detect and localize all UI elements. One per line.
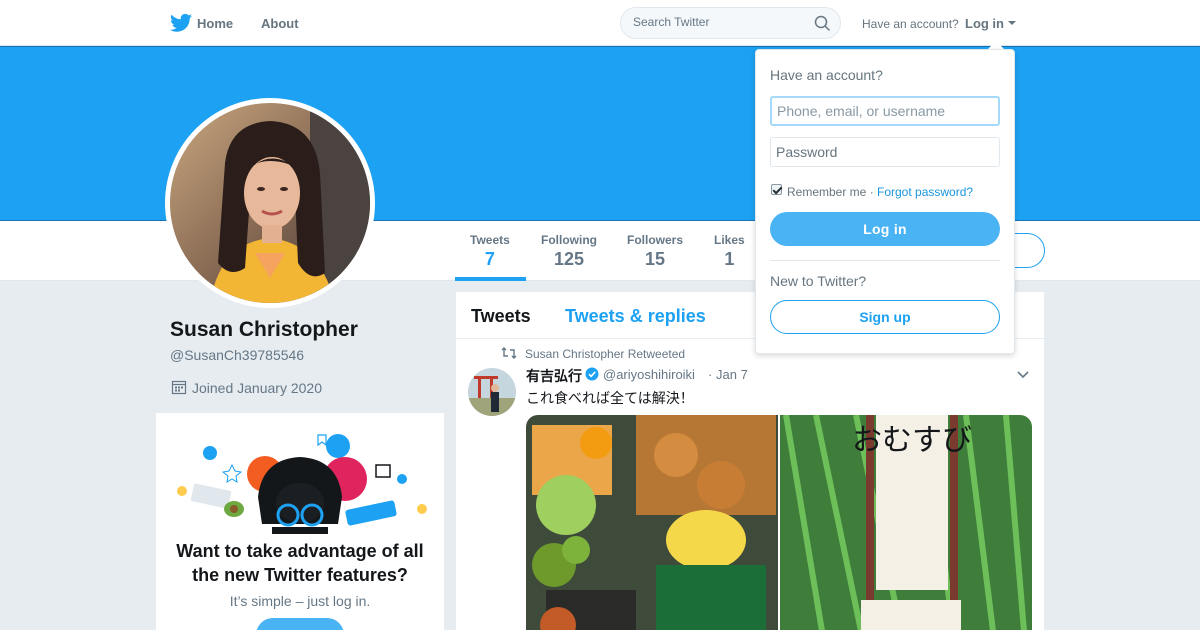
stat-label: Following (541, 233, 597, 247)
login-dropdown-toggle[interactable]: Log in (965, 16, 1004, 31)
twitter-bird-icon[interactable] (170, 13, 192, 33)
joined-date: Joined January 2020 (192, 380, 322, 396)
promo-subtitle: It’s simple – just log in. (229, 593, 371, 609)
calendar-icon (171, 380, 187, 395)
forgot-password-link[interactable]: Forgot password? (877, 185, 973, 199)
login-dropdown: Have an account? Remember me · Forgot pa… (755, 49, 1015, 354)
login-button[interactable]: Log in (770, 212, 1000, 246)
new-to-twitter-text: New to Twitter? (770, 273, 867, 289)
stat-tweets[interactable]: Tweets 7 (470, 233, 510, 270)
login-promo-card: Want to take advantage of all the new Tw… (156, 413, 444, 630)
tab-tweets[interactable]: Tweets (471, 306, 531, 327)
stat-label: Tweets (470, 233, 510, 247)
promo-title: Want to take advantage of all the new Tw… (176, 541, 424, 585)
promo-illustration (177, 434, 427, 534)
profile-handle[interactable]: @SusanCh39785546 (170, 347, 304, 363)
retweet-context[interactable]: Susan Christopher Retweeted (525, 347, 685, 361)
active-tab-underline (455, 277, 526, 281)
remember-me-label[interactable]: Remember me · (787, 185, 874, 199)
top-navigation: Home About Have an account? Log in (0, 0, 1200, 46)
have-account-text: Have an account? (862, 17, 959, 31)
stat-value: 1 (724, 249, 735, 269)
tweet-author-handle[interactable]: @ariyoshihiroiki (603, 367, 695, 382)
stat-following[interactable]: Following 125 (541, 233, 597, 270)
password-field[interactable] (770, 137, 1000, 167)
verified-badge-icon (585, 367, 599, 381)
username-field[interactable] (770, 96, 1000, 126)
stat-likes[interactable]: Likes 1 (714, 233, 745, 270)
tweet-author-avatar[interactable] (468, 368, 516, 416)
retweet-icon (501, 347, 517, 359)
stat-label: Followers (627, 233, 684, 247)
chevron-down-icon[interactable] (1017, 371, 1029, 379)
tweet-media-caption: おむすび (852, 423, 972, 458)
tweet-media[interactable]: おむすび (526, 415, 1032, 630)
stat-value: 125 (553, 249, 585, 269)
caret-down-icon[interactable] (1008, 21, 1016, 25)
tweet-meta-separator: · (708, 367, 713, 382)
tweet-author-name[interactable]: 有吉弘行 (526, 366, 582, 386)
signup-button[interactable]: Sign up (770, 300, 1000, 334)
stat-followers[interactable]: Followers 15 (627, 233, 683, 270)
promo-login-button[interactable] (256, 618, 344, 630)
search-icon[interactable] (814, 15, 830, 31)
avatar[interactable] (165, 98, 375, 308)
stat-value: 15 (644, 249, 666, 269)
stat-value: 7 (484, 249, 495, 269)
search-input[interactable] (633, 15, 808, 29)
tab-tweets-and-replies[interactable]: Tweets & replies (565, 306, 706, 327)
remember-me-text: Remember me (787, 185, 867, 199)
nav-about-link[interactable]: About (261, 16, 299, 31)
nav-home-link[interactable]: Home (197, 16, 233, 31)
search-box[interactable] (620, 7, 841, 39)
tweet-text: これ食べれば全ては解決！ (526, 390, 694, 406)
profile-name[interactable]: Susan Christopher (170, 318, 358, 342)
dropdown-title: Have an account? (770, 67, 883, 83)
tweet-date[interactable]: Jan 7 (716, 367, 748, 382)
stat-label: Likes (714, 233, 745, 247)
dropdown-divider (770, 260, 1000, 261)
remember-me-checkbox[interactable] (771, 184, 782, 195)
remember-separator: · (869, 185, 874, 199)
avatar-image (170, 103, 370, 303)
